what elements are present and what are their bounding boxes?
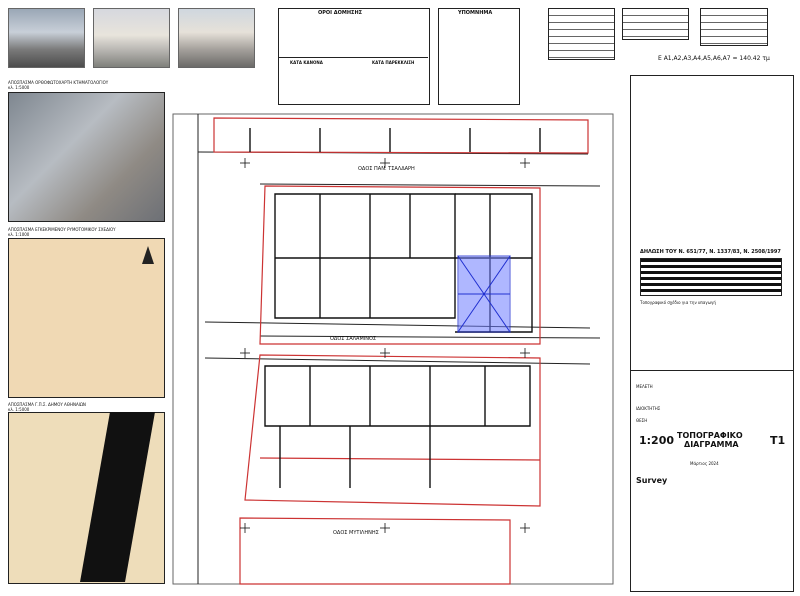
sheet-code: Τ1: [770, 434, 786, 447]
area-formula: E A1,A2,A3,A4,A5,A6,A7 = 140.42 τμ: [658, 55, 770, 62]
drawing-title-2: ΔΙΑΓΡΑΜΜΑ: [684, 440, 739, 449]
kata-kanona: ΚΑΤΑ ΚΑΝΟΝΑ: [290, 60, 323, 65]
plan-scale: κλ. 1:1000: [8, 232, 30, 237]
ortho-map: [8, 92, 165, 222]
coord-table-3: [700, 8, 768, 46]
terms-title: ΟΡΟΙ ΔΟΜΗΣΗΣ: [318, 10, 363, 16]
coord-table-2: [622, 8, 689, 40]
topographic-plan: [172, 113, 614, 585]
study-label: ΜΕΛΕΤΗ: [636, 384, 653, 389]
ortho-scale: κλ. 1:5000: [8, 85, 30, 90]
owner-label: ΙΔΙΟΚΤΗΤΗΣ: [636, 406, 661, 411]
legend-title: ΥΠΟΜΝΗΜΑ: [458, 10, 493, 16]
coord-table-1: [548, 8, 615, 60]
photo-1: [8, 8, 85, 68]
address-label: ΘΕΣΗ: [636, 418, 648, 423]
drawing-title-1: ΤΟΠΟΓΡΑΦΙΚΟ: [677, 431, 743, 440]
street-bottom-label: ΟΔΟΣ ΜΥΤΙΛΗΝΗΣ: [333, 530, 379, 536]
scale-label: 1:200: [639, 434, 675, 447]
declaration-block: [640, 258, 782, 296]
company-logo: Survey: [636, 476, 668, 485]
north-arrow-icon: [142, 246, 154, 264]
date-label: Μάρτιος 2024: [690, 461, 719, 466]
street-top-label: ΟΔΟΣ ΠΑΝ. ΤΣΑΛΔΑΡΗ: [358, 166, 415, 172]
photo-3: [178, 8, 255, 68]
photo-2: [93, 8, 170, 68]
street-middle-label: ΟΔΟΣ ΣΑΛΑΜΙΝΟΣ: [330, 336, 377, 342]
legend-box: [438, 8, 520, 105]
declaration-text: ΔΗΛΩΣΗ ΤΟΥ Ν. 651/77, Ν. 1337/83, Ν. 250…: [640, 249, 781, 255]
topo-note: Τοπογραφικό σχέδιο για την υπαγωγή: [640, 300, 716, 305]
terms-divider-1: [278, 57, 428, 58]
kata-parekklisi: ΚΑΤΑ ΠΑΡΕΚΚΛΙΣΗ: [372, 60, 415, 65]
